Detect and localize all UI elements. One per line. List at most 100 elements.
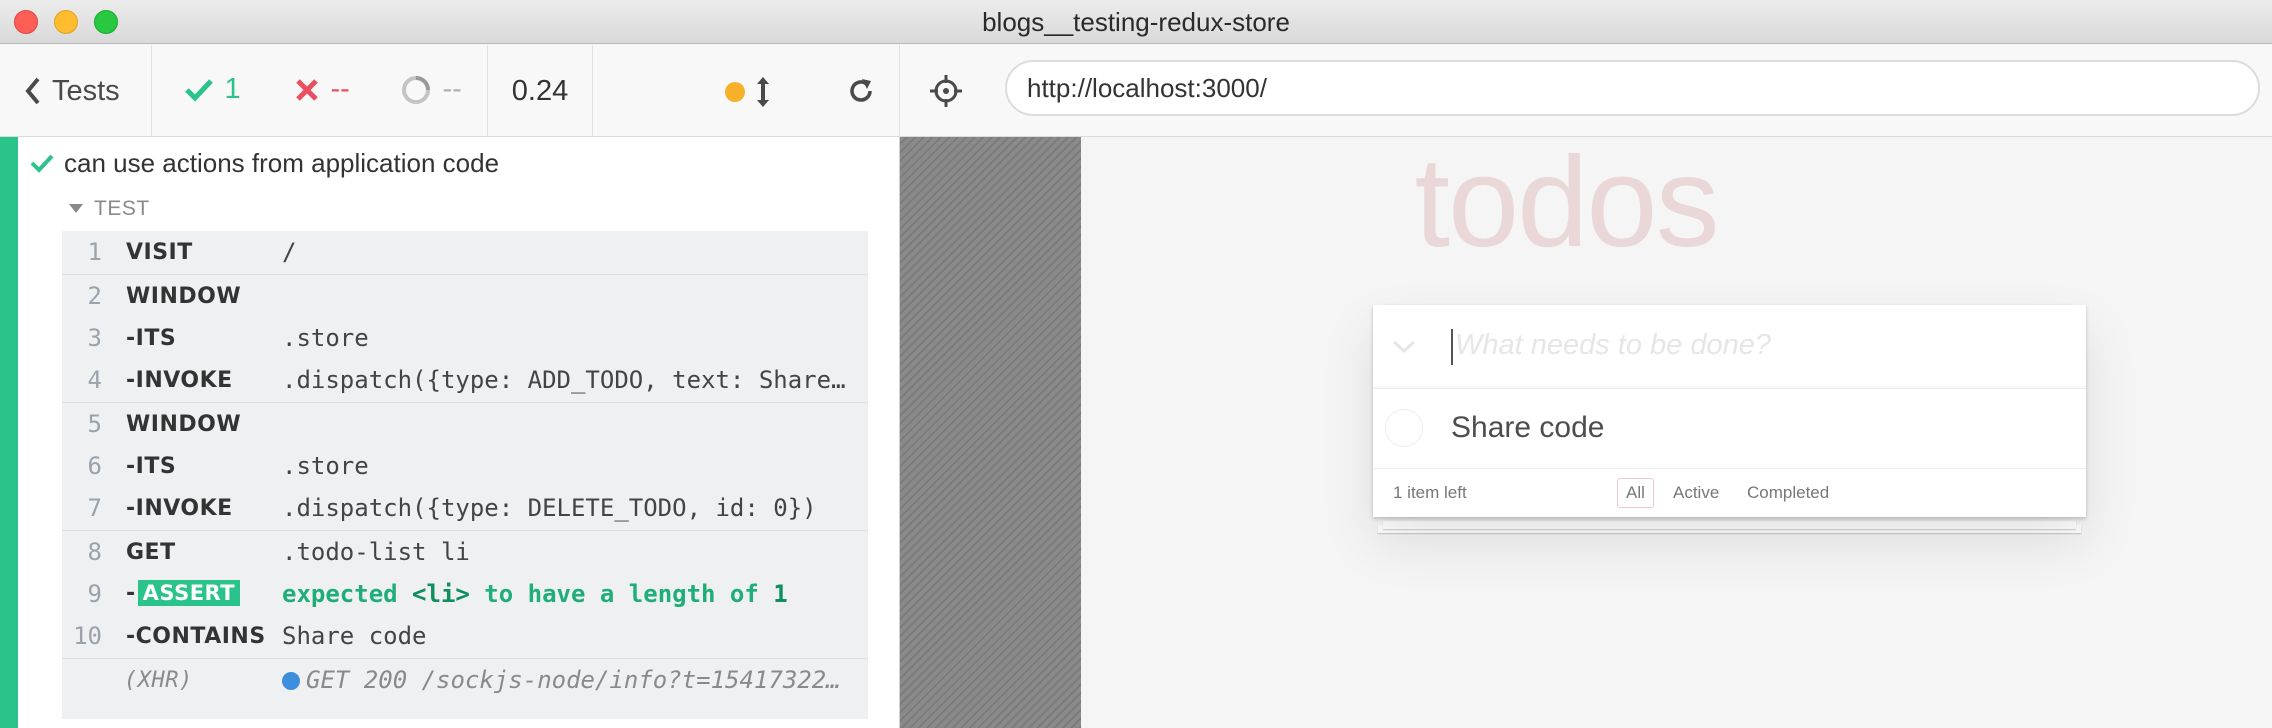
- test-status-bar: [0, 137, 18, 728]
- command-name: -CONTAINS: [126, 624, 266, 649]
- command-list: 1 VISIT / 2 WINDOW 3 -ITS .store 4 -INVOKE .dis…: [62, 231, 868, 719]
- command-row[interactable]: 6 -ITS .store: [62, 445, 868, 487]
- todos-heading: todos: [1414, 131, 1719, 274]
- command-message: Share code: [282, 622, 427, 650]
- command-message: .dispatch({type: DELETE_TODO, id: 0}): [282, 494, 817, 522]
- todo-app-card: What needs to be done? Share code 1 item…: [1373, 305, 2086, 517]
- command-number: 4: [87, 366, 102, 394]
- section-label: TEST: [94, 197, 150, 220]
- app-window: blogs__testing-redux-store Tests 1 -- --…: [0, 0, 2272, 728]
- command-name: -ITS: [126, 454, 177, 479]
- xhr-text: GET 200 /sockjs-node/info?t=154173225…: [306, 666, 842, 694]
- viewport-gutter: [900, 137, 1081, 728]
- selector-playground-button[interactable]: [900, 45, 992, 137]
- command-row[interactable]: 8 GET .todo-list li: [62, 531, 868, 573]
- chevron-left-icon: [25, 77, 40, 105]
- command-name: - ASSERT: [126, 580, 241, 606]
- todo-label: Share code: [1451, 411, 1605, 444]
- xhr-label: (XHR): [124, 668, 193, 693]
- xhr-message: GET 200 /sockjs-node/info?t=154173225…: [282, 666, 842, 694]
- command-name: -ITS: [126, 326, 177, 351]
- command-number: 1: [87, 238, 102, 266]
- failed-count: --: [330, 73, 350, 105]
- command-number: 8: [87, 538, 102, 566]
- back-label: Tests: [52, 74, 120, 107]
- toggle-all-chevron-icon[interactable]: [1391, 339, 1417, 355]
- assert-badge: ASSERT: [137, 580, 241, 606]
- spinner-icon: [402, 75, 430, 104]
- command-message: .store: [282, 324, 369, 352]
- check-icon: [30, 154, 54, 173]
- items-left-count: 1 item left: [1393, 483, 1467, 502]
- command-row[interactable]: 2 WINDOW: [62, 275, 868, 317]
- command-row[interactable]: 3 -ITS .store: [62, 317, 868, 359]
- command-number: 9: [87, 580, 102, 608]
- test-title: can use actions from application code: [64, 147, 500, 178]
- command-row[interactable]: 5 WINDOW: [62, 403, 868, 445]
- assert-text: to have a length of: [484, 580, 759, 608]
- filter-all[interactable]: All: [1617, 478, 1654, 508]
- title-bar: blogs__testing-redux-store: [0, 0, 2272, 44]
- caret-down-icon: [69, 204, 83, 213]
- assert-message: expected <li> to have a length of 1: [282, 580, 862, 608]
- command-name: WINDOW: [126, 284, 242, 309]
- command-number: 3: [87, 324, 102, 352]
- url-text: http://localhost:3000/: [1027, 72, 1267, 103]
- back-to-tests-button[interactable]: Tests: [0, 45, 152, 137]
- command-name: GET: [126, 540, 176, 565]
- todo-footer: 1 item left All Active Completed: [1373, 469, 2086, 517]
- assert-value: 1: [773, 580, 788, 608]
- command-row[interactable]: 1 VISIT /: [62, 231, 868, 273]
- new-todo-row: What needs to be done?: [1373, 305, 2086, 389]
- command-row[interactable]: 4 -INVOKE .dispatch({type: ADD_TODO, text:…: [62, 359, 868, 401]
- xhr-status-icon: [282, 672, 300, 690]
- assert-subject: <li>: [412, 580, 470, 608]
- scroll-toggle-icon[interactable]: [755, 75, 771, 109]
- failed-stat[interactable]: --: [294, 73, 350, 106]
- new-todo-input[interactable]: What needs to be done?: [1455, 329, 1771, 362]
- command-name: -INVOKE: [126, 496, 233, 521]
- passed-stat[interactable]: 1: [184, 73, 241, 106]
- filter-completed[interactable]: Completed: [1747, 483, 1829, 503]
- app-preview: todos What needs to be done? Share code …: [900, 131, 2272, 728]
- running-indicator-icon: [725, 82, 745, 102]
- text-caret: [1451, 329, 1453, 365]
- passed-count: 1: [224, 73, 241, 105]
- command-number: 6: [87, 452, 102, 480]
- command-name: -INVOKE: [126, 368, 233, 393]
- x-icon: [296, 78, 318, 101]
- test-section-header[interactable]: TEST: [68, 197, 150, 221]
- command-number: 10: [73, 622, 102, 650]
- command-row[interactable]: 7 -INVOKE .dispatch({type: DELETE_TODO, id…: [62, 487, 868, 529]
- command-log-panel: can use actions from application code TE…: [0, 137, 900, 728]
- todo-checkbox[interactable]: [1385, 409, 1423, 447]
- command-message: .store: [282, 452, 369, 480]
- pending-stat[interactable]: --: [400, 73, 462, 106]
- xhr-row[interactable]: (XHR) GET 200 /sockjs-node/info?t=154173…: [62, 659, 868, 701]
- stack-shadow: [1383, 521, 2076, 529]
- assert-text: expected: [282, 580, 398, 608]
- filter-active[interactable]: Active: [1673, 483, 1719, 503]
- stats: 1 -- --: [152, 45, 488, 137]
- assert-command-row[interactable]: 9 - ASSERT expected <li> to have a length…: [62, 573, 868, 615]
- command-row[interactable]: 10 -CONTAINS Share code: [62, 615, 868, 657]
- restart-button[interactable]: [823, 45, 900, 137]
- duration: 0.24: [488, 45, 593, 137]
- crosshair-icon: [930, 75, 962, 107]
- command-number: 5: [87, 410, 102, 438]
- restart-icon: [850, 79, 872, 102]
- window-title: blogs__testing-redux-store: [982, 7, 1290, 37]
- command-number: 2: [87, 282, 102, 310]
- command-number: 7: [87, 494, 102, 522]
- pending-count: --: [442, 73, 462, 105]
- command-message: .dispatch({type: ADD_TODO, text: Share…: [282, 366, 846, 394]
- duration-value: 0.24: [511, 74, 569, 107]
- runner-header: Tests 1 -- -- 0.24 http://localhost:3000…: [0, 45, 2272, 137]
- controls: [593, 45, 823, 137]
- test-title-row[interactable]: can use actions from application code: [30, 143, 499, 183]
- todo-item[interactable]: Share code: [1373, 389, 2086, 469]
- url-bar[interactable]: http://localhost:3000/: [1005, 60, 2260, 116]
- check-icon: [185, 78, 213, 102]
- command-message: .todo-list li: [282, 538, 470, 566]
- command-message: /: [282, 238, 297, 266]
